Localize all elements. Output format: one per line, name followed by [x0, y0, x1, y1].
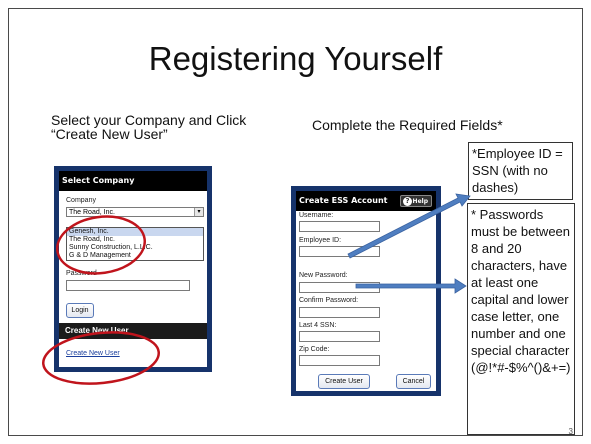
annotation-overlay — [42, 193, 471, 385]
red-circle-company-list — [56, 215, 146, 275]
arrow-to-employee-id — [347, 193, 471, 259]
arrow-to-password — [355, 278, 467, 294]
red-circle-create-link — [42, 331, 160, 385]
